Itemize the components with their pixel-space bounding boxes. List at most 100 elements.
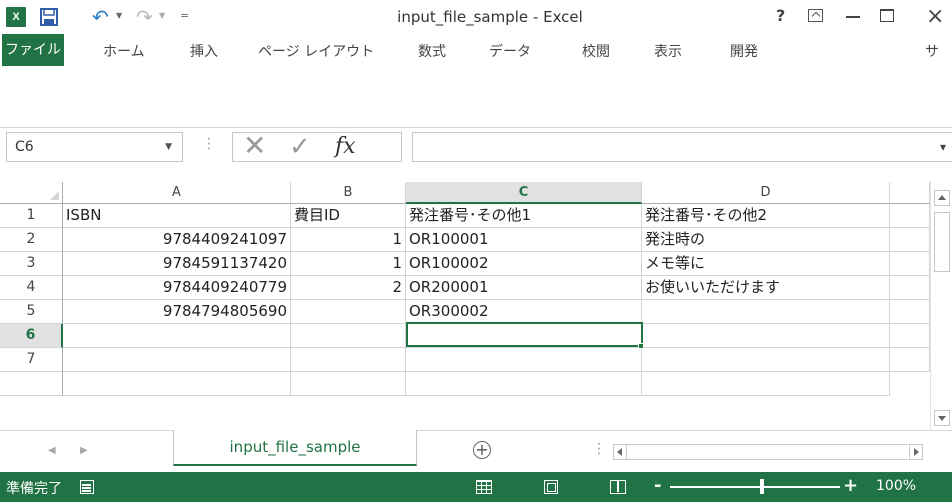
zoom-slider[interactable]	[670, 486, 840, 488]
cell-a2[interactable]: 9784409241097	[63, 228, 291, 252]
cell-b7[interactable]	[291, 348, 406, 372]
sheet-next-icon[interactable]: ▶	[80, 445, 88, 456]
tab-developer[interactable]: 開発	[730, 41, 758, 61]
tab-review[interactable]: 校閲	[582, 41, 610, 61]
cell-b3[interactable]: 1	[291, 252, 406, 276]
cell-e7[interactable]	[890, 348, 930, 372]
column-header-a[interactable]: A	[63, 182, 291, 204]
cancel-icon[interactable]: ✕	[243, 131, 266, 161]
row-header-6[interactable]: 6	[0, 324, 63, 348]
cell-d6[interactable]	[642, 324, 890, 348]
save-icon[interactable]	[40, 8, 58, 26]
row-header-4[interactable]: 4	[0, 276, 63, 300]
tab-overflow[interactable]: サ	[925, 41, 939, 61]
undo-dropdown-icon[interactable]: ▼	[116, 11, 122, 20]
fill-handle[interactable]	[638, 343, 644, 349]
cell-b5[interactable]	[291, 300, 406, 324]
cell-c3[interactable]: OR100002	[406, 252, 642, 276]
column-header-e[interactable]	[890, 182, 930, 204]
cell-e1[interactable]	[890, 204, 930, 228]
tab-file[interactable]: ファイル	[2, 34, 64, 66]
cell-c2[interactable]: OR100001	[406, 228, 642, 252]
enter-check-icon[interactable]: ✓	[289, 132, 311, 162]
normal-view-icon[interactable]	[476, 480, 492, 494]
select-all-corner[interactable]	[0, 182, 63, 204]
formula-input[interactable]	[412, 132, 952, 162]
insert-function-icon[interactable]: fx	[335, 134, 356, 159]
scroll-left-icon[interactable]	[613, 444, 627, 460]
redo-icon[interactable]: ↷	[136, 5, 153, 29]
zoom-out-icon[interactable]: -	[654, 475, 661, 496]
cell-a1[interactable]: ISBN	[63, 204, 291, 228]
row-header-7[interactable]: 7	[0, 348, 63, 372]
row-header-2[interactable]: 2	[0, 228, 63, 252]
excel-app-icon[interactable]: X	[6, 7, 26, 27]
cell-b2[interactable]: 1	[291, 228, 406, 252]
cell-d2[interactable]: 発注時の	[642, 228, 890, 252]
cell-c8[interactable]	[406, 372, 642, 396]
scroll-right-icon[interactable]	[909, 444, 923, 460]
cell-b1[interactable]: 費目ID	[291, 204, 406, 228]
cell-a7[interactable]	[63, 348, 291, 372]
cell-a6[interactable]	[63, 324, 291, 348]
minimize-icon[interactable]	[846, 16, 860, 18]
sheet-prev-icon[interactable]: ◀	[48, 445, 56, 456]
tab-insert[interactable]: 挿入	[190, 41, 218, 61]
cell-c1[interactable]: 発注番号･その他1	[406, 204, 642, 228]
cell-c5[interactable]: OR300002	[406, 300, 642, 324]
column-header-c[interactable]: C	[406, 182, 642, 204]
ribbon-display-options-icon[interactable]	[808, 9, 823, 22]
column-header-b[interactable]: B	[291, 182, 406, 204]
zoom-in-icon[interactable]: +	[843, 475, 858, 496]
row-header-1[interactable]: 1	[0, 204, 63, 228]
undo-icon[interactable]: ↶	[92, 5, 109, 29]
maximize-icon[interactable]	[880, 9, 894, 22]
tab-view[interactable]: 表示	[654, 41, 682, 61]
add-sheet-icon[interactable]: +	[473, 441, 491, 459]
cell-b4[interactable]: 2	[291, 276, 406, 300]
cell-e5[interactable]	[890, 300, 930, 324]
macro-recording-icon[interactable]	[80, 480, 94, 494]
active-cell-selection[interactable]	[406, 322, 643, 347]
cell-b6[interactable]	[291, 324, 406, 348]
close-icon[interactable]: ×	[926, 4, 944, 29]
name-box[interactable]: C6 ▼	[6, 132, 183, 162]
tab-formulas[interactable]: 数式	[418, 41, 446, 61]
zoom-slider-thumb[interactable]	[760, 479, 764, 494]
horizontal-scrollbar[interactable]	[627, 444, 907, 460]
vertical-scroll-thumb[interactable]	[934, 212, 950, 272]
chevron-down-icon[interactable]: ▼	[165, 142, 172, 152]
cell-d5[interactable]	[642, 300, 890, 324]
row-header-3[interactable]: 3	[0, 252, 63, 276]
cell-d4[interactable]: お使いいただけます	[642, 276, 890, 300]
cell-e2[interactable]	[890, 228, 930, 252]
row-header-5[interactable]: 5	[0, 300, 63, 324]
column-header-d[interactable]: D	[642, 182, 890, 204]
cell-d3[interactable]: メモ等に	[642, 252, 890, 276]
cell-c7[interactable]	[406, 348, 642, 372]
cell-e6[interactable]	[890, 324, 930, 348]
tab-home[interactable]: ホーム	[103, 41, 145, 61]
cell-a3[interactable]: 9784591137420	[63, 252, 291, 276]
formula-bar-resize-handle[interactable]: ⋮	[202, 136, 216, 152]
cell-c4[interactable]: OR200001	[406, 276, 642, 300]
scroll-up-icon[interactable]	[934, 190, 950, 206]
tab-data[interactable]: データ	[489, 41, 531, 61]
redo-dropdown-icon[interactable]: ▼	[159, 11, 165, 20]
cell-e4[interactable]	[890, 276, 930, 300]
help-icon[interactable]: ?	[776, 6, 785, 25]
cell-e3[interactable]	[890, 252, 930, 276]
tab-split-handle[interactable]: ⋮	[592, 441, 606, 457]
customize-quick-access-icon[interactable]: =	[180, 9, 189, 22]
cell-a4[interactable]: 9784409240779	[63, 276, 291, 300]
sheet-tab-input-file-sample[interactable]: input_file_sample	[173, 430, 417, 466]
cell-d7[interactable]	[642, 348, 890, 372]
zoom-level[interactable]: 100%	[876, 478, 916, 494]
page-break-preview-icon[interactable]	[610, 480, 626, 494]
cell-a8[interactable]	[63, 372, 291, 396]
scroll-down-icon[interactable]	[934, 410, 950, 426]
cell-d1[interactable]: 発注番号･その他2	[642, 204, 890, 228]
cell-a5[interactable]: 9784794805690	[63, 300, 291, 324]
page-layout-view-icon[interactable]	[544, 480, 558, 494]
tab-page-layout[interactable]: ページ レイアウト	[258, 41, 374, 61]
